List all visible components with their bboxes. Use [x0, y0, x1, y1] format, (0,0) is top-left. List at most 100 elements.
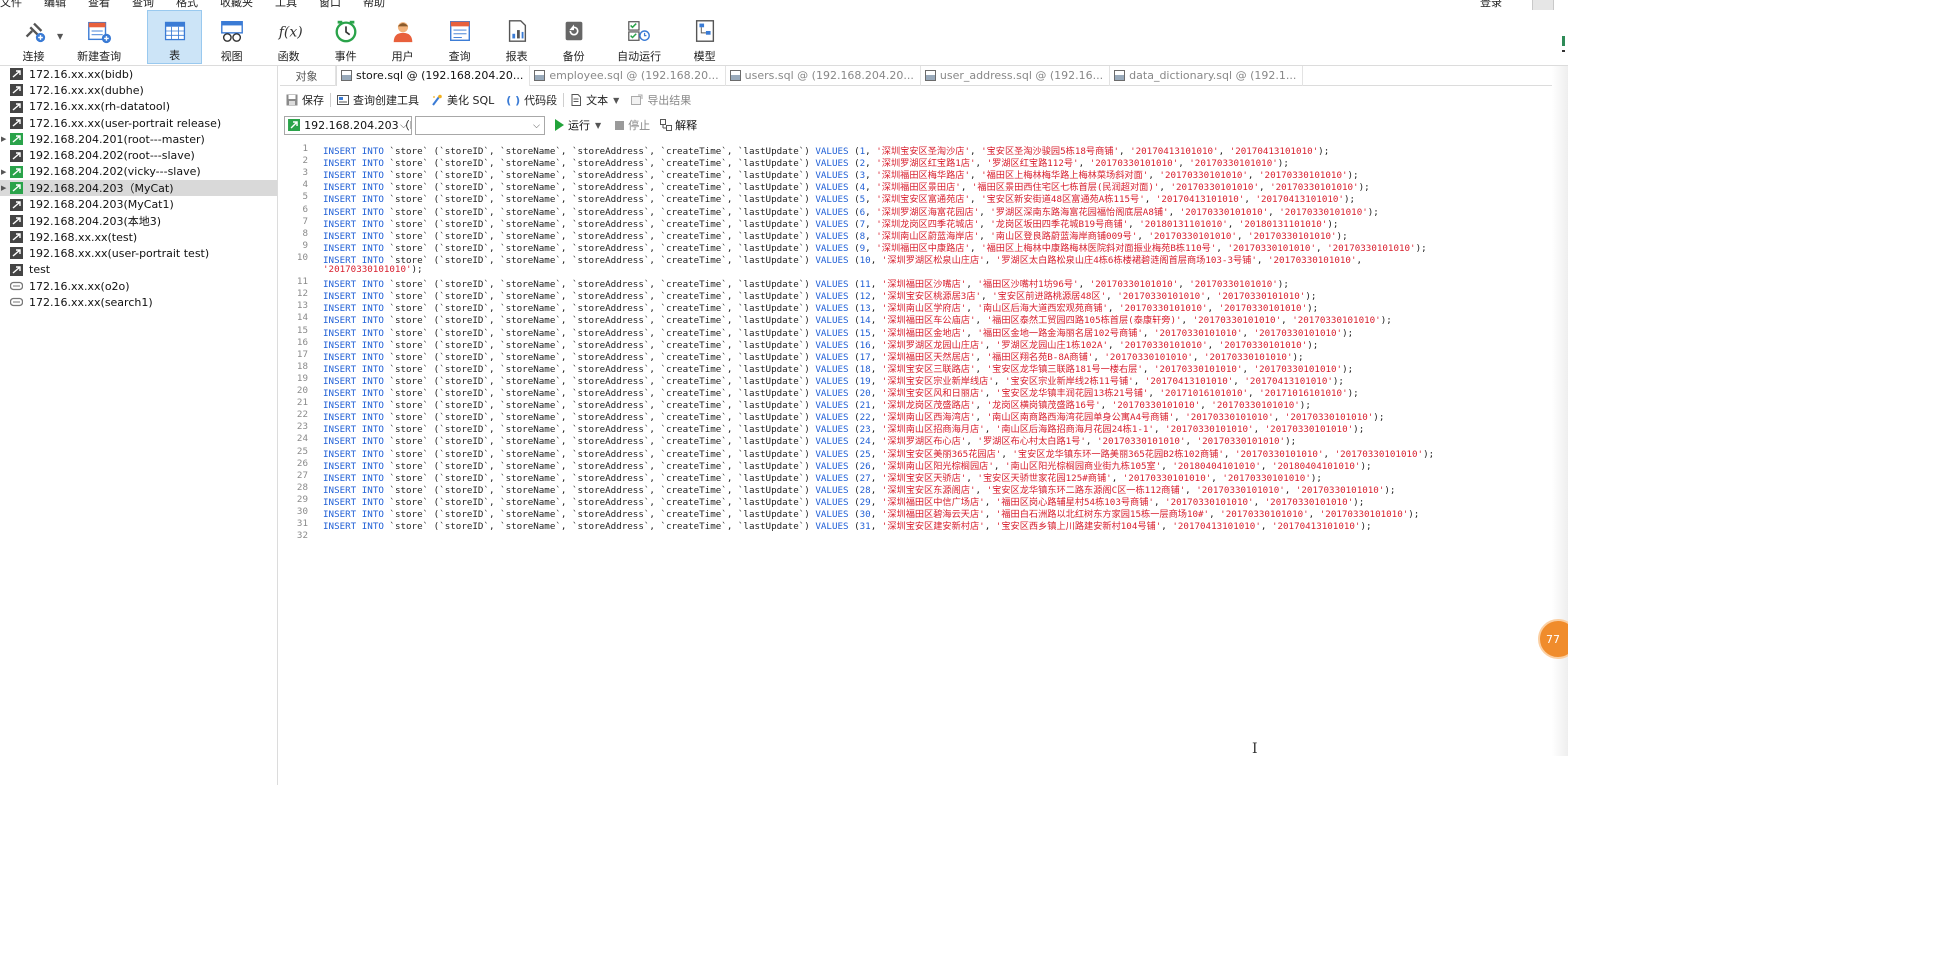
menu-item[interactable]: 收藏夹: [220, 0, 253, 10]
tree-item-label: 172.16.xx.xx(search1): [29, 295, 153, 309]
tree-item-connection[interactable]: 192.168.xx.xx(user-portrait test): [0, 245, 277, 261]
text-dropdown[interactable]: 文本 ▼: [570, 92, 619, 108]
tree-item-connection[interactable]: ▶ 192.168.204.203（MyCat): [0, 180, 277, 197]
connection-tree: 172.16.xx.xx(bidb) 172.16.xx.xx(dubhe) 172…: [0, 66, 278, 785]
toolbar-divider: [563, 93, 565, 107]
tree-item-connection[interactable]: 172.16.xx.xx(search1): [0, 294, 277, 310]
line-number: 29: [296, 493, 308, 505]
toolbar-plug-button[interactable]: 连接: [6, 10, 61, 64]
export-results-button[interactable]: 导出结果: [631, 92, 691, 108]
tab-sql-file[interactable]: user_address.sql @ (192.16...: [921, 65, 1111, 86]
connection-value: 192.168.204.203（M: [304, 119, 411, 132]
line-number: 25: [296, 445, 308, 457]
toolbar-query-button[interactable]: 查询: [432, 10, 487, 64]
tree-item-connection[interactable]: ▶ 192.168.204.201(root---master): [0, 131, 277, 147]
menu-bar: 文件 编辑 查看 查询 格式 收藏夹 工具 窗口 帮助 登录: [0, 0, 1568, 12]
connection-icon: [10, 214, 23, 227]
editor-toolbar: 保存 查询创建工具 美化 SQL ( ) 代码段 文本 ▼ 导出结果: [280, 90, 697, 110]
stop-label: 停止: [628, 119, 651, 132]
menu-item[interactable]: 查询: [132, 0, 154, 10]
sql-line-wrap[interactable]: '20170330101010');: [323, 264, 423, 275]
database-select[interactable]: ⌵: [415, 115, 545, 135]
toolbar-model-button[interactable]: 模型: [677, 10, 732, 64]
tree-item-connection[interactable]: 192.168.204.203(MyCat1): [0, 196, 277, 212]
tab-sql-file[interactable]: store.sql @ (192.168.204.20...: [336, 65, 531, 86]
tree-item-label: test: [29, 263, 51, 277]
tab-sql-file[interactable]: users.sql @ (192.168.204.20...: [726, 65, 921, 86]
stop-button[interactable]: 停止: [615, 117, 650, 133]
line-number: 9: [302, 239, 308, 251]
save-button[interactable]: 保存: [286, 92, 324, 108]
line-number: 28: [296, 481, 308, 493]
query-icon: [449, 21, 470, 41]
toolbar-view-button[interactable]: 视图: [204, 10, 259, 64]
tab-label: users.sql @ (192.168.204.20...: [744, 69, 914, 82]
line-number: 11: [296, 276, 308, 288]
line-number: 7: [302, 215, 308, 227]
user-icon: [393, 22, 412, 43]
view-icon: [220, 21, 243, 42]
chevron-right-icon[interactable]: ▶: [1, 184, 6, 192]
tab-label: data_dictionary.sql @ (192.1...: [1129, 69, 1297, 82]
tree-item-connection[interactable]: ▶ 192.168.204.202(vicky---slave): [0, 164, 277, 180]
run-button[interactable]: 运行 ▼: [555, 117, 601, 133]
tab-sql-file[interactable]: employee.sql @ (192.168.20...: [530, 65, 726, 86]
tab-label: user_address.sql @ (192.16...: [939, 69, 1104, 82]
line-number: 20: [296, 385, 308, 396]
toolbar-user-button[interactable]: 用户: [375, 10, 430, 64]
connection-icon: [10, 165, 23, 178]
connection-icon: [10, 133, 23, 146]
toolbar-table-button[interactable]: 表: [147, 10, 203, 64]
query-builder-button[interactable]: 查询创建工具: [337, 92, 419, 108]
chevron-right-icon[interactable]: ▶: [1, 168, 6, 176]
toolbar-backup-button[interactable]: 备份: [546, 10, 601, 64]
tree-item-connection[interactable]: 172.16.xx.xx(rh-datatool): [0, 99, 277, 115]
code-snippet-button[interactable]: ( ) 代码段: [506, 92, 557, 108]
toolbar-schedule-button[interactable]: 自动运行: [603, 10, 675, 64]
menu-item[interactable]: 格式: [176, 0, 198, 10]
tree-item-label: 192.168.204.203（MyCat): [29, 182, 174, 196]
tree-item-connection[interactable]: 192.168.204.203(本地3): [0, 213, 277, 229]
toolbar-function-button[interactable]: f(x) 函数: [261, 10, 316, 64]
tree-item-connection[interactable]: 172.16.xx.xx(user-portrait release): [0, 115, 277, 131]
line-number: 5: [302, 191, 308, 203]
tree-item-connection[interactable]: 172.16.xx.xx(bidb): [0, 66, 277, 82]
toolbar-label: 备份: [562, 50, 585, 63]
menu-item[interactable]: 文件: [0, 0, 22, 10]
line-number: 30: [296, 506, 308, 517]
explain-button[interactable]: 解释: [660, 117, 697, 133]
menu-item[interactable]: 查看: [88, 0, 110, 10]
line-number: 24: [296, 433, 308, 445]
toolbar-label: 查询: [448, 50, 471, 63]
tab-objects[interactable]: 对象: [280, 65, 336, 86]
toolbar-report-button[interactable]: 报表: [489, 10, 544, 64]
line-number: 31: [296, 518, 308, 530]
connection-select[interactable]: 192.168.204.203（M ⌵: [284, 115, 412, 135]
tab-sql-file[interactable]: data_dictionary.sql @ (192.1...: [1110, 65, 1304, 86]
plug-icon: [25, 22, 45, 43]
menu-item[interactable]: 编辑: [44, 0, 66, 10]
sql-line[interactable]: INSERT INTO `store` (`storeID`, `storeNa…: [323, 252, 1368, 266]
toolbar-label: 连接: [22, 50, 45, 63]
tree-item-connection[interactable]: 192.168.204.202(root---slave): [0, 147, 277, 163]
menu-item[interactable]: 帮助: [363, 0, 385, 10]
app-window: 文件 编辑 查看 查询 格式 收藏夹 工具 窗口 帮助 登录 连接 ▼ 新建查询表视图 f(x) 函数 事件…: [0, 0, 1568, 785]
toolbar-new-query-button[interactable]: 新建查询: [63, 10, 135, 64]
login-link[interactable]: 登录: [1480, 0, 1502, 10]
tree-item-connection[interactable]: 172.16.xx.xx(o2o): [0, 278, 277, 294]
menu-item[interactable]: 窗口: [319, 0, 341, 10]
chevron-right-icon[interactable]: ▶: [1, 135, 6, 143]
parentheses-icon: ( ): [506, 93, 521, 107]
connection-icon: [10, 84, 23, 97]
sql-line[interactable]: INSERT INTO `store` (`storeID`, `storeNa…: [323, 518, 1372, 532]
tree-item-connection[interactable]: 192.168.xx.xx(test): [0, 229, 277, 245]
beautify-sql-button[interactable]: 美化 SQL: [431, 92, 494, 108]
toolbar-clock-button[interactable]: 事件: [318, 10, 373, 64]
chevron-down-icon: ⌵: [533, 120, 540, 131]
sql-editor[interactable]: 1 INSERT INTO `store` (`storeID`, `storeN…: [280, 140, 1552, 785]
backup-icon: [565, 21, 583, 41]
menu-item[interactable]: 工具: [275, 0, 297, 10]
tree-item-connection[interactable]: 172.16.xx.xx(dubhe): [0, 82, 277, 98]
toolbar-label: 新建查询: [77, 50, 122, 63]
tree-item-connection[interactable]: test: [0, 262, 277, 278]
